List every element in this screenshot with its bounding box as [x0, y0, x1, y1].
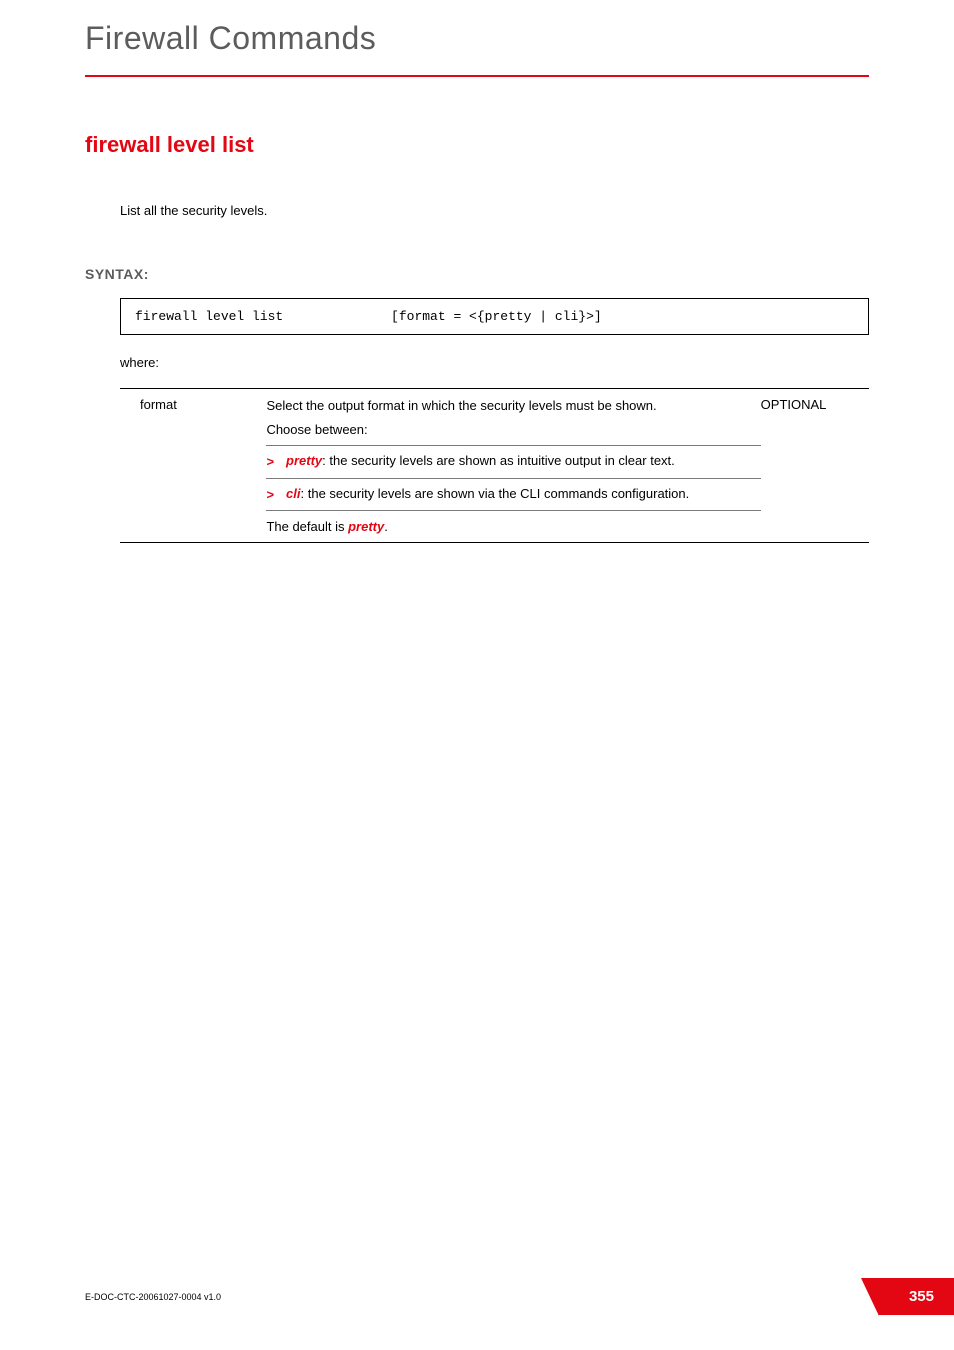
section-description: List all the security levels.: [120, 203, 869, 218]
list-item: > cli: the security levels are shown via…: [266, 478, 760, 510]
parameter-table: format Select the output format in which…: [120, 388, 869, 543]
bullet-rest: : the security levels are shown as intui…: [322, 453, 675, 468]
param-optional: OPTIONAL: [761, 389, 869, 543]
chapter-title: Firewall Commands: [85, 20, 869, 57]
syntax-arguments: [format = <{pretty | cli}>]: [391, 309, 602, 324]
param-desc-line2: Choose between:: [266, 421, 760, 439]
list-item: > pretty: the security levels are shown …: [266, 445, 760, 477]
bullet-text: pretty: the security levels are shown as…: [286, 452, 761, 470]
page-footer: E-DOC-CTC-20061027-0004 v1.0 355: [0, 1278, 954, 1315]
default-suffix: .: [384, 519, 388, 534]
param-desc-line1: Select the output format in which the se…: [266, 397, 760, 415]
default-line: The default is pretty.: [266, 510, 760, 534]
where-label: where:: [120, 355, 869, 370]
syntax-label: SYNTAX:: [85, 266, 869, 282]
param-name: format: [120, 389, 266, 543]
bullet-icon: >: [266, 453, 274, 471]
bullet-list: > pretty: the security levels are shown …: [266, 445, 760, 509]
syntax-command: firewall level list: [135, 309, 283, 324]
param-description: Select the output format in which the se…: [266, 389, 760, 543]
bullet-term: cli: [286, 486, 300, 501]
default-value: pretty: [348, 519, 384, 534]
footer-doc-id: E-DOC-CTC-20061027-0004 v1.0: [85, 1292, 221, 1302]
bullet-text: cli: the security levels are shown via t…: [286, 485, 761, 503]
bullet-rest: : the security levels are shown via the …: [301, 486, 690, 501]
bullet-term: pretty: [286, 453, 322, 468]
syntax-code-box: firewall level list [format = <{pretty |…: [120, 298, 869, 335]
page-number-badge: 355: [879, 1278, 954, 1315]
page-header: Firewall Commands: [0, 0, 954, 77]
table-row: format Select the output format in which…: [120, 389, 869, 543]
bullet-icon: >: [266, 486, 274, 504]
content-area: firewall level list List all the securit…: [0, 77, 954, 543]
default-prefix: The default is: [266, 519, 348, 534]
section-title: firewall level list: [85, 132, 869, 158]
